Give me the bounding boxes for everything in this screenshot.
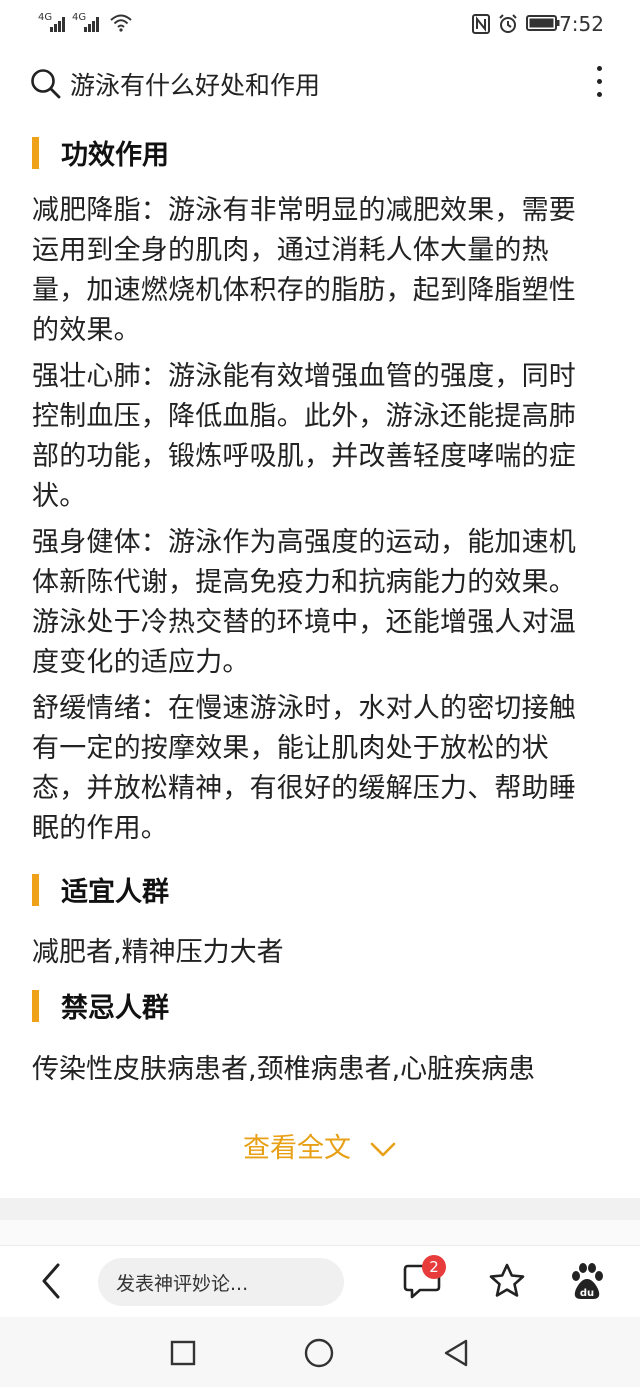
search-query[interactable]: 游泳有什么好处和作用 bbox=[70, 66, 320, 102]
more-vert-icon[interactable] bbox=[594, 66, 604, 100]
nav-back-icon[interactable] bbox=[442, 1338, 470, 1368]
paragraph: 强身健体：游泳作为高强度的运动，能加速机体新陈代谢，提高免疫力和抗病能力的效果。… bbox=[32, 527, 576, 678]
sim1-label: 4G bbox=[38, 12, 53, 23]
chevron-down-icon[interactable] bbox=[369, 1141, 397, 1159]
wifi-icon bbox=[110, 14, 132, 32]
search-icon[interactable] bbox=[30, 68, 62, 100]
paragraph: 减肥降脂：游泳有非常明显的减肥效果，需要运用到全身的肌肉，通过消耗人体大量的热量… bbox=[32, 195, 576, 346]
heading-accent-bar bbox=[32, 874, 39, 906]
star-icon[interactable] bbox=[488, 1262, 526, 1300]
nav-home-icon[interactable] bbox=[304, 1338, 334, 1368]
suitable-text: 减肥者,精神压力大者 bbox=[32, 937, 284, 968]
section-title: 适宜人群 bbox=[61, 877, 169, 908]
contraindicated-text: 传染性皮肤病患者,颈椎病患者,心脏疾病患 bbox=[32, 1054, 536, 1085]
baidu-paw-icon[interactable]: du bbox=[568, 1262, 606, 1302]
comment-placeholder[interactable]: 发表神评妙论... bbox=[116, 1269, 248, 1296]
paragraph: 强壮心肺：游泳能有效增强血管的强度，同时控制血压，降低血脂。此外，游泳还能提高肺… bbox=[32, 361, 576, 512]
read-more-label[interactable]: 查看全文 bbox=[243, 1133, 351, 1164]
comment-input[interactable]: 发表神评妙论... bbox=[98, 1258, 344, 1306]
heading-accent-bar bbox=[32, 137, 39, 169]
nav-recent-icon[interactable] bbox=[170, 1340, 196, 1366]
sim2-label: 4G bbox=[72, 12, 87, 23]
svg-text:du: du bbox=[580, 1288, 594, 1299]
alarm-icon bbox=[499, 14, 517, 33]
paragraph: 舒缓情绪：在慢速游泳时，水对人的密切接触有一定的按摩效果，能让肌肉处于放松的状态… bbox=[32, 693, 576, 844]
comment-count-badge: 2 bbox=[422, 1255, 446, 1279]
section-title: 禁忌人群 bbox=[61, 993, 169, 1024]
nfc-icon bbox=[472, 14, 490, 34]
section-divider bbox=[0, 1198, 640, 1220]
read-more-button[interactable]: 查看全文 bbox=[0, 1126, 640, 1165]
clock: 7:52 bbox=[559, 12, 604, 36]
battery-icon bbox=[526, 15, 560, 31]
system-navigation-bar bbox=[0, 1317, 640, 1387]
heading-accent-bar bbox=[32, 990, 39, 1022]
back-arrow-icon[interactable] bbox=[36, 1262, 66, 1300]
status-bar: 4G 4G 7:52 bbox=[0, 0, 640, 48]
section-title: 功效作用 bbox=[61, 140, 169, 171]
